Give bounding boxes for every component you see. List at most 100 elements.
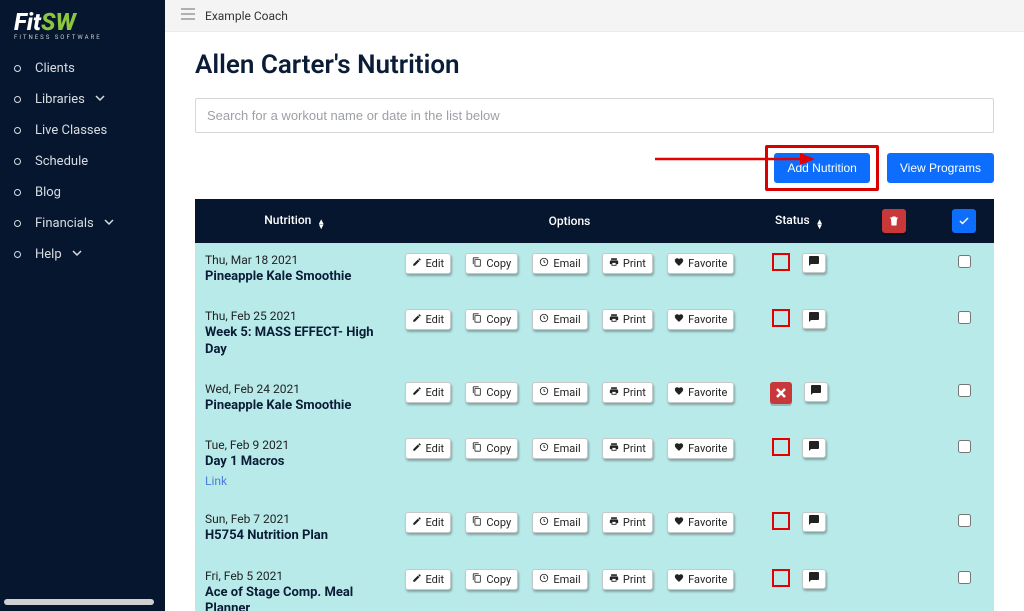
row-date: Thu, Mar 18 2021	[205, 253, 385, 267]
opt-label: Email	[553, 257, 580, 270]
opt-label: Email	[553, 313, 580, 326]
email-button[interactable]: Email	[532, 438, 587, 459]
sidebar-item-label: Blog	[35, 185, 61, 200]
row-link[interactable]: Link	[205, 474, 385, 488]
comment-button[interactable]	[802, 253, 826, 273]
email-button[interactable]: Email	[532, 569, 587, 590]
copy-button[interactable]: Copy	[465, 512, 518, 533]
row-checkbox[interactable]	[958, 311, 971, 324]
status-x-icon[interactable]	[770, 382, 792, 404]
status-open-icon[interactable]	[772, 438, 790, 456]
status-open-icon[interactable]	[772, 309, 790, 327]
header-nutrition[interactable]: Nutrition ▲▼	[195, 199, 395, 243]
edit-button[interactable]: Edit	[405, 438, 452, 459]
comment-icon	[808, 255, 820, 271]
select-cell	[934, 502, 994, 558]
chevron-down-icon	[95, 92, 105, 107]
opt-label: Edit	[426, 516, 445, 529]
table-row: Fri, Feb 5 2021Ace of Stage Comp. Meal P…	[195, 559, 994, 611]
header-options-label: Options	[549, 214, 591, 228]
hamburger-icon[interactable]	[181, 8, 195, 23]
sidebar-item-libraries[interactable]: Libraries	[0, 84, 165, 115]
view-programs-button[interactable]: View Programs	[887, 153, 994, 183]
bulk-delete-button[interactable]	[882, 209, 906, 233]
row-checkbox[interactable]	[958, 255, 971, 268]
sort-icon: ▲▼	[816, 219, 824, 229]
email-icon	[539, 313, 549, 326]
favorite-button[interactable]: Favorite	[667, 512, 734, 533]
email-button[interactable]: Email	[532, 309, 587, 330]
print-button[interactable]: Print	[602, 569, 653, 590]
opt-label: Copy	[486, 257, 511, 270]
favorite-button[interactable]: Favorite	[667, 309, 734, 330]
status-cell	[744, 428, 854, 502]
comment-button[interactable]	[804, 382, 828, 402]
copy-icon	[472, 257, 482, 270]
horizontal-scrollbar[interactable]	[4, 599, 154, 605]
edit-button[interactable]: Edit	[405, 512, 452, 533]
trash-cell	[854, 502, 934, 558]
status-open-icon[interactable]	[772, 253, 790, 271]
sidebar-item-schedule[interactable]: Schedule	[0, 146, 165, 177]
sidebar-item-clients[interactable]: Clients	[0, 53, 165, 84]
sidebar-item-help[interactable]: Help	[0, 239, 165, 270]
comment-button[interactable]	[802, 512, 826, 532]
row-title: Pineapple Kale Smoothie	[205, 398, 385, 414]
copy-icon	[472, 386, 482, 399]
print-button[interactable]: Print	[602, 512, 653, 533]
header-status[interactable]: Status ▲▼	[744, 199, 854, 243]
row-checkbox[interactable]	[958, 440, 971, 453]
opt-label: Print	[623, 386, 646, 399]
print-button[interactable]: Print	[602, 438, 653, 459]
comment-icon	[808, 311, 820, 327]
comment-button[interactable]	[802, 309, 826, 329]
heart-icon	[674, 313, 684, 326]
comment-button[interactable]	[802, 569, 826, 589]
edit-button[interactable]: Edit	[405, 309, 452, 330]
edit-icon	[412, 257, 422, 270]
print-button[interactable]: Print	[602, 382, 653, 403]
row-checkbox[interactable]	[958, 571, 971, 584]
favorite-button[interactable]: Favorite	[667, 569, 734, 590]
sidebar-item-live-classes[interactable]: Live Classes	[0, 115, 165, 146]
header-nutrition-label: Nutrition	[264, 213, 311, 227]
row-title: Week 5: MASS EFFECT- High Day	[205, 325, 385, 358]
sidebar-item-blog[interactable]: Blog	[0, 177, 165, 208]
favorite-button[interactable]: Favorite	[667, 253, 734, 274]
email-button[interactable]: Email	[532, 512, 587, 533]
status-open-icon[interactable]	[772, 569, 790, 587]
edit-button[interactable]: Edit	[405, 253, 452, 274]
edit-button[interactable]: Edit	[405, 382, 452, 403]
logo: FitSW FITNESS SOFTWARE	[0, 0, 165, 49]
row-checkbox[interactable]	[958, 384, 971, 397]
options-cell: Edit Copy Email Print Favorite	[395, 243, 745, 299]
copy-button[interactable]: Copy	[465, 382, 518, 403]
bulk-check-button[interactable]	[952, 209, 976, 233]
comment-button[interactable]	[802, 438, 826, 458]
opt-label: Edit	[426, 257, 445, 270]
comment-icon	[808, 514, 820, 530]
opt-label: Edit	[426, 313, 445, 326]
row-checkbox[interactable]	[958, 514, 971, 527]
edit-button[interactable]: Edit	[405, 569, 452, 590]
options-cell: Edit Copy Email Print Favorite	[395, 559, 745, 611]
options-cell: Edit Copy Email Print Favorite	[395, 372, 745, 428]
email-button[interactable]: Email	[532, 382, 587, 403]
favorite-button[interactable]: Favorite	[667, 382, 734, 403]
copy-button[interactable]: Copy	[465, 309, 518, 330]
favorite-button[interactable]: Favorite	[667, 438, 734, 459]
copy-button[interactable]: Copy	[465, 569, 518, 590]
status-cell	[744, 243, 854, 299]
table-row: Thu, Feb 25 2021Week 5: MASS EFFECT- Hig…	[195, 299, 994, 372]
copy-button[interactable]: Copy	[465, 253, 518, 274]
print-button[interactable]: Print	[602, 309, 653, 330]
sidebar-item-financials[interactable]: Financials	[0, 208, 165, 239]
copy-button[interactable]: Copy	[465, 438, 518, 459]
status-open-icon[interactable]	[772, 512, 790, 530]
edit-icon	[412, 573, 422, 586]
print-button[interactable]: Print	[602, 253, 653, 274]
copy-icon	[472, 573, 482, 586]
row-date: Wed, Feb 24 2021	[205, 382, 385, 396]
email-button[interactable]: Email	[532, 253, 587, 274]
search-input[interactable]	[195, 98, 994, 133]
